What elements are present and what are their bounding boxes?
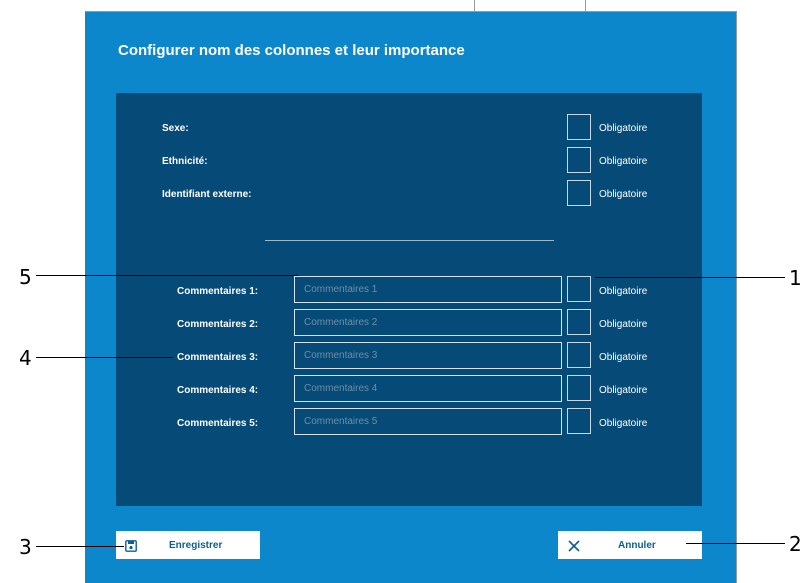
cancel-button-label: Annuler <box>618 540 656 551</box>
commentaires-2-input[interactable] <box>294 309 562 336</box>
field-label-commentaires-4: Commentaires 4: <box>177 385 259 396</box>
field-label-identifiant-externe: Identifiant externe: <box>162 189 252 200</box>
callout-number-3: 3 <box>19 535 32 559</box>
fields-panel: Sexe: Obligatoire Ethnicité: Obligatoire… <box>116 93 702 506</box>
mandatory-label: Obligatoire <box>599 385 648 396</box>
field-label-sexe: Sexe: <box>162 123 189 134</box>
callout-number-4: 4 <box>19 346 32 370</box>
callout-line-2 <box>686 543 785 544</box>
mandatory-checkbox-commentaires-2[interactable] <box>567 309 591 335</box>
callout-line-4 <box>36 357 173 358</box>
configure-columns-dialog: Configurer nom des colonnes et leur impo… <box>85 12 736 583</box>
cancel-button[interactable]: Annuler <box>558 531 702 559</box>
field-label-commentaires-3: Commentaires 3: <box>177 352 259 363</box>
background-divider <box>474 0 475 12</box>
dialog-title: Configurer nom des colonnes et leur impo… <box>118 42 465 59</box>
mandatory-label: Obligatoire <box>599 319 648 330</box>
field-label-commentaires-2: Commentaires 2: <box>177 319 259 330</box>
callout-number-1: 1 <box>789 266 802 290</box>
mandatory-label: Obligatoire <box>599 156 648 167</box>
background-divider <box>736 11 737 583</box>
commentaires-4-input[interactable] <box>294 375 562 402</box>
mandatory-label: Obligatoire <box>599 123 648 134</box>
close-icon <box>568 539 580 557</box>
callout-number-5: 5 <box>19 265 32 289</box>
callout-line-1 <box>595 277 785 278</box>
commentaires-3-input[interactable] <box>294 342 562 369</box>
callout-line-3 <box>36 546 124 547</box>
mandatory-label: Obligatoire <box>599 418 648 429</box>
field-label-commentaires-5: Commentaires 5: <box>177 418 259 429</box>
mandatory-label: Obligatoire <box>599 286 648 297</box>
mandatory-checkbox-commentaires-5[interactable] <box>567 408 591 434</box>
callout-number-2: 2 <box>789 532 802 556</box>
floppy-disk-icon <box>125 539 137 557</box>
save-button[interactable]: Enregistrer <box>116 531 260 559</box>
commentaires-5-input[interactable] <box>294 408 562 435</box>
mandatory-checkbox-sexe[interactable] <box>567 114 591 140</box>
background-divider <box>585 0 586 12</box>
mandatory-checkbox-ethnicite[interactable] <box>567 147 591 173</box>
mandatory-label: Obligatoire <box>599 352 648 363</box>
save-button-label: Enregistrer <box>169 540 223 551</box>
mandatory-checkbox-identifiant-externe[interactable] <box>567 180 591 206</box>
callout-line-5 <box>36 275 298 276</box>
section-divider <box>265 240 554 241</box>
field-label-commentaires-1: Commentaires 1: <box>177 286 259 297</box>
mandatory-checkbox-commentaires-3[interactable] <box>567 342 591 368</box>
mandatory-checkbox-commentaires-4[interactable] <box>567 375 591 401</box>
mandatory-checkbox-commentaires-1[interactable] <box>567 276 591 302</box>
field-label-ethnicite: Ethnicité: <box>162 156 208 167</box>
mandatory-label: Obligatoire <box>599 189 648 200</box>
commentaires-1-input[interactable] <box>294 276 562 303</box>
